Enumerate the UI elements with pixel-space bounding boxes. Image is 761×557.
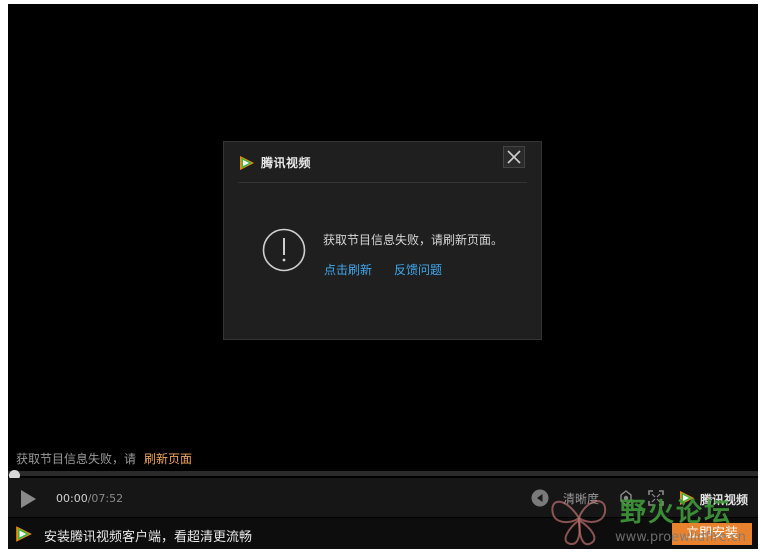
dialog-divider bbox=[238, 182, 527, 183]
error-dialog: 腾讯视频 获取节目信息失败，请刷新页面。 点击刷新 反馈问题 bbox=[223, 141, 542, 340]
feedback-link[interactable]: 反馈问题 bbox=[394, 261, 442, 278]
error-message: 获取节目信息失败，请刷新页面。 bbox=[323, 233, 504, 247]
status-refresh-link[interactable]: 刷新页面 bbox=[144, 452, 192, 466]
current-time: 00:00 bbox=[56, 492, 88, 505]
play-icon[interactable] bbox=[18, 489, 38, 509]
video-player[interactable]: 腾讯视频 获取节目信息失败，请刷新页面。 点击刷新 反馈问题 获取节目信息失败，… bbox=[8, 4, 758, 549]
tencent-video-logo-icon bbox=[16, 526, 32, 542]
exclamation-icon bbox=[262, 228, 306, 272]
brand-link[interactable]: 腾讯视频 bbox=[700, 491, 748, 508]
quality-selector[interactable]: 清晰度 bbox=[563, 490, 599, 507]
close-icon bbox=[507, 150, 521, 164]
install-banner: 安装腾讯视频客户端，看超清更流畅 立即安装 bbox=[8, 518, 758, 549]
total-time: /07:52 bbox=[87, 492, 124, 505]
volume-icon[interactable] bbox=[531, 489, 549, 507]
refresh-link[interactable]: 点击刷新 bbox=[324, 261, 372, 278]
dialog-header: 腾讯视频 bbox=[224, 142, 541, 184]
banner-text: 安装腾讯视频客户端，看超清更流畅 bbox=[44, 530, 253, 545]
status-line: 获取节目信息失败，请 刷新页面 bbox=[16, 450, 192, 467]
dialog-brand-name: 腾讯视频 bbox=[261, 156, 312, 170]
status-text: 获取节目信息失败，请 bbox=[16, 452, 137, 466]
tencent-video-logo-icon bbox=[240, 156, 254, 170]
control-bar: 00:00/07:52 清晰度 腾讯视频 bbox=[8, 478, 758, 517]
tencent-video-logo-icon bbox=[680, 491, 694, 505]
gear-icon[interactable] bbox=[618, 490, 634, 506]
install-button[interactable]: 立即安装 bbox=[672, 523, 752, 545]
progress-bar[interactable] bbox=[8, 471, 758, 476]
close-button[interactable] bbox=[503, 146, 525, 168]
time-display: 00:00/07:52 bbox=[56, 492, 123, 505]
fullscreen-icon[interactable] bbox=[648, 490, 664, 506]
